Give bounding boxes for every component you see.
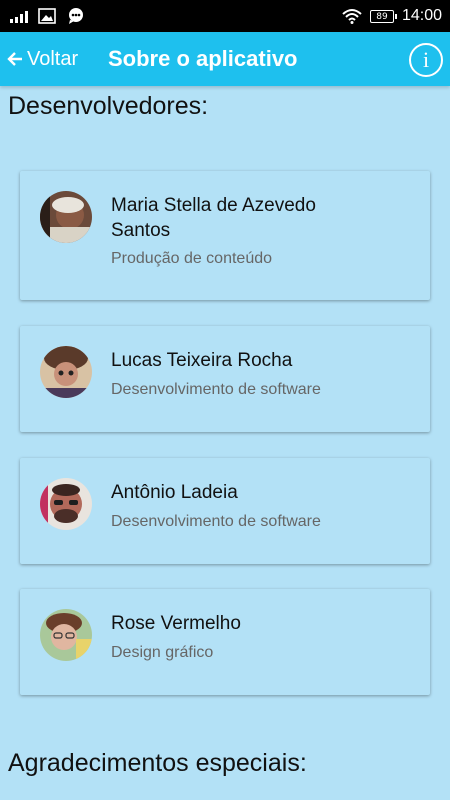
developer-name: Lucas Teixeira Rocha xyxy=(111,350,293,371)
developer-name: Antônio Ladeia xyxy=(111,482,238,503)
avatar xyxy=(40,191,92,243)
signal-strength-icon xyxy=(10,9,28,23)
developer-role: Design gráfico xyxy=(111,644,214,661)
developer-name: Maria Stella de Azevedo Santos xyxy=(111,195,316,241)
wifi-icon xyxy=(342,9,362,24)
avatar xyxy=(40,478,92,530)
arrow-left-icon xyxy=(7,51,23,67)
developer-name: Rose Vermelho xyxy=(111,613,241,634)
avatar xyxy=(40,346,92,398)
chat-notification-icon xyxy=(69,8,83,24)
battery-icon: 89 xyxy=(369,9,397,23)
info-icon[interactable]: i xyxy=(409,43,443,77)
status-bar: 89 14:00 xyxy=(0,0,450,32)
developer-card: Rose Vermelho Design gráfico xyxy=(20,589,430,695)
developer-role: Produção de conteúdo xyxy=(111,250,273,267)
developers-heading: Desenvolvedores: xyxy=(8,92,209,120)
clock: 14:00 xyxy=(401,7,442,24)
developer-card: Antônio Ladeia Desenvolvimento de softwa… xyxy=(20,458,430,564)
avatar xyxy=(40,609,92,661)
special-thanks-heading: Agradecimentos especiais: xyxy=(8,749,307,777)
page-title: Sobre o aplicativo xyxy=(108,46,298,71)
developer-role: Desenvolvimento de software xyxy=(111,381,321,398)
developer-card: Maria Stella de Azevedo Santos Produção … xyxy=(20,171,430,300)
app-bar: Voltar Sobre o aplicativo i xyxy=(0,32,450,86)
image-notification-icon xyxy=(38,8,56,24)
developer-card: Lucas Teixeira Rocha Desenvolvimento de … xyxy=(20,326,430,432)
back-button[interactable]: Voltar xyxy=(7,32,78,86)
developer-role: Desenvolvimento de software xyxy=(111,513,321,530)
back-label: Voltar xyxy=(27,47,79,70)
